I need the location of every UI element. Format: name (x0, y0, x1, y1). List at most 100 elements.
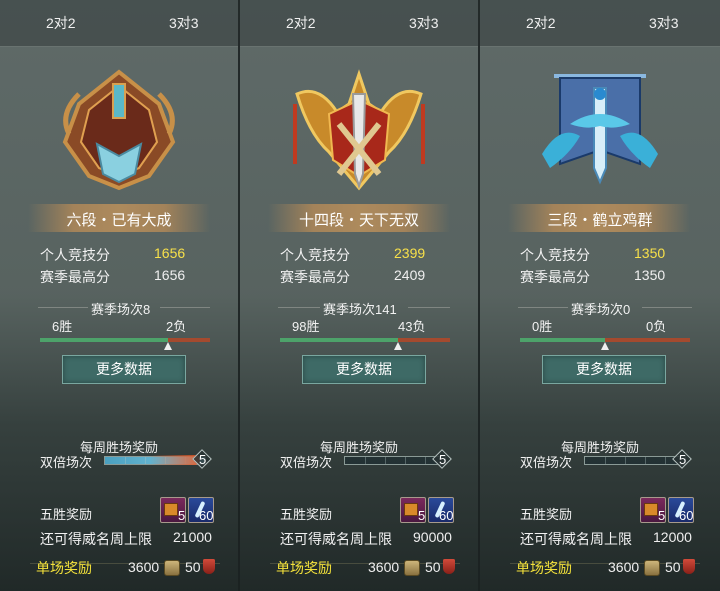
coin-amount: 3600 (368, 559, 400, 575)
rank-name: 十四段・天下无双 (298, 212, 419, 229)
losses-count: 0负 (646, 319, 667, 334)
badge-amount: 50 (665, 559, 681, 575)
remaining-fame-label: 还可得威名周上限 (40, 531, 152, 547)
coin-icon (404, 560, 420, 576)
win-ratio-marker (601, 342, 609, 350)
coin-amount: 3600 (608, 559, 640, 575)
chest-count: 5 (418, 508, 426, 523)
divider (160, 307, 210, 308)
bronze-sword-shield-emblem-icon (62, 69, 176, 191)
personal-score-value: 1350 (634, 245, 666, 261)
more-data-button[interactable]: 更多数据 (542, 355, 666, 384)
remaining-fame-label: 还可得威名周上限 (520, 531, 632, 547)
chest-count: 5 (178, 508, 186, 523)
segment-tick (145, 457, 146, 464)
rank-name: 三段・鹤立鸡群 (547, 212, 653, 229)
personal-score-label: 个人竞技分 (40, 247, 110, 263)
double-matches-label: 双倍场次 (40, 455, 93, 470)
more-data-button[interactable]: 更多数据 (302, 355, 426, 384)
win-loss-bar (280, 338, 450, 342)
season-high-label: 赛季最高分 (40, 269, 110, 285)
double-count: 5 (439, 452, 447, 467)
win-fill (280, 338, 399, 342)
tab-3v3[interactable]: 3对3 (169, 13, 199, 33)
divider (38, 307, 88, 308)
win-loss-bar (40, 338, 210, 342)
divider (518, 307, 568, 308)
double-count: 5 (679, 452, 687, 467)
chest-shape (164, 503, 178, 516)
shield-badge-icon (683, 559, 695, 574)
remaining-fame-value: 12000 (653, 529, 692, 545)
chest-shape (404, 503, 418, 516)
season-matches: 赛季场次8 (91, 302, 151, 317)
segment-tick (365, 457, 366, 464)
key-count: 60 (679, 508, 694, 523)
wins-count: 0胜 (532, 319, 553, 334)
key-count: 60 (199, 508, 214, 523)
divider (642, 307, 692, 308)
wins-count: 98胜 (292, 319, 320, 334)
divider (278, 307, 320, 308)
season-high-value: 1350 (634, 267, 666, 283)
season-high-value: 2409 (394, 267, 426, 283)
more-data-button[interactable]: 更多数据 (62, 355, 186, 384)
segment-tick (405, 457, 406, 464)
tab-2v2[interactable]: 2对2 (46, 13, 76, 33)
chest-count: 5 (658, 508, 666, 523)
tab-2v2[interactable]: 2对2 (286, 13, 316, 33)
coin-icon (164, 560, 180, 576)
segment-tick (125, 457, 126, 464)
segment-tick (385, 457, 386, 464)
tab-3v3[interactable]: 3对3 (649, 13, 679, 33)
tab-3v3[interactable]: 3对3 (409, 13, 439, 33)
key-count: 60 (439, 508, 454, 523)
win-fill (40, 338, 168, 342)
win-fill (520, 338, 605, 342)
season-matches: 赛季场次0 (571, 302, 631, 317)
personal-score-value: 1656 (154, 245, 186, 261)
wins-count: 6胜 (52, 319, 73, 334)
tab-2v2[interactable]: 2对2 (526, 13, 556, 33)
win-ratio-marker (163, 342, 172, 350)
coin-amount: 3600 (128, 559, 160, 575)
single-match-reward-label: 单场奖励 (36, 560, 92, 576)
season-high-value: 1656 (154, 267, 186, 283)
remaining-fame-value: 90000 (413, 529, 452, 545)
mode-tabs: 2对2 3对3 (0, 0, 238, 47)
badge-amount: 50 (425, 559, 441, 575)
personal-score-label: 个人竞技分 (280, 247, 350, 263)
rank-panel-1: 2对2 3对3 六段・已有大成 个人竞技分 1656 赛季最高分 1656 赛季… (0, 0, 240, 591)
divider (408, 307, 450, 308)
losses-count: 43负 (398, 319, 426, 334)
remaining-fame-value: 21000 (173, 529, 212, 545)
five-win-reward-label: 五胜奖励 (520, 507, 573, 522)
coin-icon (644, 560, 660, 576)
segment-tick (605, 457, 606, 464)
shield-badge-icon (443, 559, 455, 574)
season-high-label: 赛季最高分 (520, 269, 590, 285)
personal-score-value: 2399 (394, 245, 426, 261)
segment-tick (645, 457, 646, 464)
double-matches-bar (584, 456, 686, 465)
shield-badge-icon (203, 559, 215, 574)
double-matches-bar (344, 456, 446, 465)
segment-tick (625, 457, 626, 464)
badge-amount: 50 (185, 559, 201, 575)
losses-count: 2负 (166, 319, 187, 334)
double-matches-label: 双倍场次 (280, 455, 333, 470)
season-matches: 赛季场次141 (323, 302, 397, 317)
single-match-reward-label: 单场奖励 (516, 560, 572, 576)
rank-panel-3: 2对2 3对3 三段・鹤立鸡群 个人竞技分 1350 赛季最高分 1350 赛季… (480, 0, 720, 591)
chest-shape (644, 503, 658, 516)
double-matches-label: 双倍场次 (520, 455, 573, 470)
five-win-reward-label: 五胜奖励 (280, 507, 333, 522)
mode-tabs: 2对2 3对3 (480, 0, 720, 47)
rank-name: 六段・已有大成 (66, 212, 172, 229)
personal-score-label: 个人竞技分 (520, 247, 590, 263)
segment-tick (665, 457, 666, 464)
five-win-reward-label: 五胜奖励 (40, 507, 93, 522)
season-high-label: 赛季最高分 (280, 269, 350, 285)
single-match-reward-label: 单场奖励 (276, 560, 332, 576)
remaining-fame-label: 还可得威名周上限 (280, 531, 392, 547)
